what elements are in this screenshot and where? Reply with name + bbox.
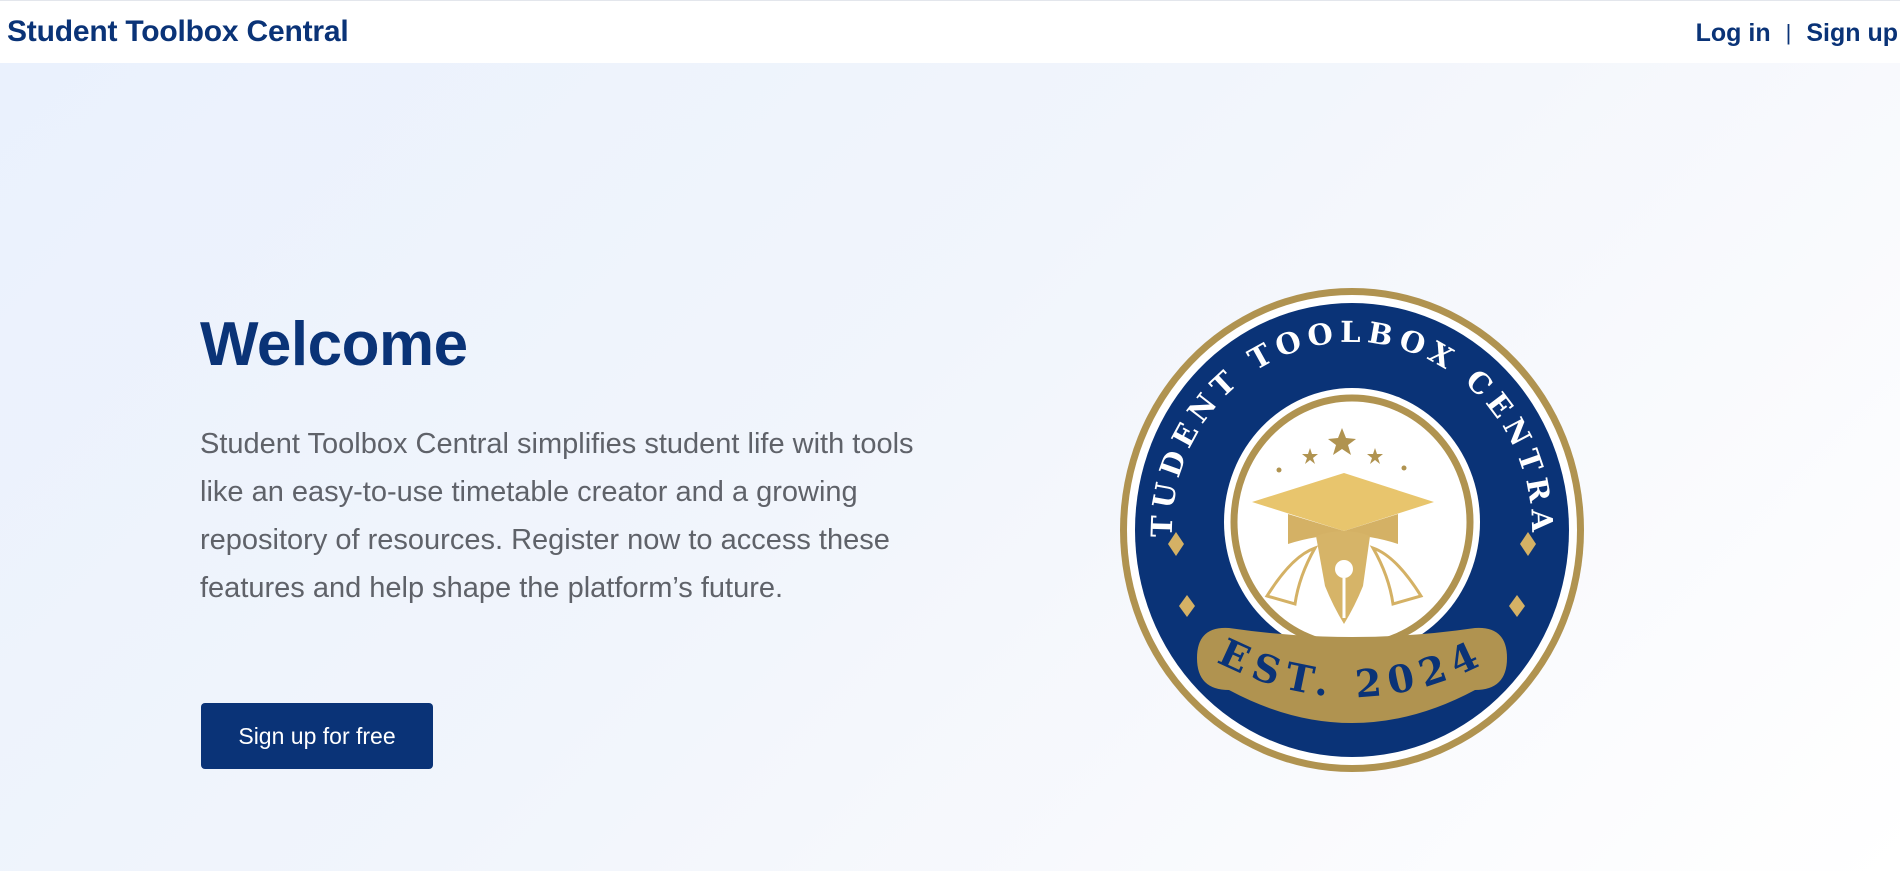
nav-separator: | xyxy=(1785,20,1792,45)
signup-free-button[interactable]: Sign up for free xyxy=(201,703,433,769)
dot-ornament xyxy=(1401,465,1407,471)
signup-link[interactable]: Sign up xyxy=(1806,18,1898,48)
intro-text: Student Toolbox Central simplifies stude… xyxy=(200,428,914,604)
login-link[interactable]: Log in xyxy=(1696,18,1771,48)
page-title: Welcome xyxy=(200,310,468,379)
hero-section: Welcome Student Toolbox Central simplifi… xyxy=(0,63,1900,871)
auth-links: Log in | Sign up xyxy=(1696,18,1898,48)
student-toolbox-emblem: STUDENT TOOLBOX CENTRAL EST. 2024 xyxy=(1117,286,1584,772)
brand-link[interactable]: Student Toolbox Central xyxy=(7,15,349,49)
top-navbar: Student Toolbox Central Log in | Sign up xyxy=(0,0,1900,63)
dot-ornament xyxy=(1276,467,1282,473)
